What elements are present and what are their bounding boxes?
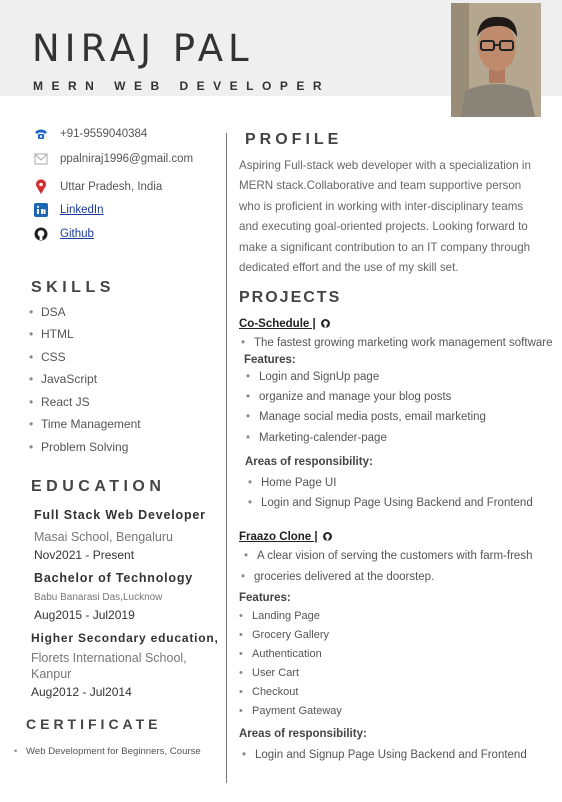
certificate-heading: CERTIFICATE: [26, 716, 162, 732]
education-dates: Nov2021 - Present: [34, 548, 135, 562]
skill-item: HTML: [29, 327, 74, 341]
skill-item: CSS: [29, 350, 66, 364]
feature-item: Checkout: [239, 685, 299, 699]
profile-photo: [451, 3, 541, 117]
feature-item: User Cart: [239, 666, 299, 680]
education-school-city: Kanpur: [31, 667, 72, 681]
feature-item: Marketing-calender-page: [246, 431, 387, 445]
skill-item: Problem Solving: [29, 440, 128, 454]
feature-item: Manage social media posts, email marketi…: [246, 410, 486, 424]
linkedin-link[interactable]: LinkedIn: [60, 202, 103, 218]
responsibility-label: Areas of responsibility:: [245, 456, 373, 468]
github-icon[interactable]: [322, 531, 333, 546]
location-pin-icon: [33, 179, 49, 195]
github-icon[interactable]: [33, 226, 49, 242]
project-description-line2: groceries delivered at the doorstep.: [254, 571, 435, 583]
github-icon[interactable]: [320, 318, 331, 333]
skill-item: React JS: [29, 395, 90, 409]
project-title-link[interactable]: Co-Schedule |: [239, 317, 331, 333]
location-text: Uttar Pradesh, India: [60, 181, 163, 193]
profile-summary: Aspiring Full-stack web developer with a…: [239, 159, 531, 275]
education-dates: Aug2015 - Jul2019: [34, 608, 135, 622]
education-degree: Higher Secondary education,: [31, 631, 219, 645]
phone-icon: [33, 126, 49, 142]
column-divider: [226, 133, 227, 783]
profile-heading: PROFILE: [245, 131, 343, 148]
project-description: A clear vision of serving the customers …: [244, 549, 532, 563]
responsibility-item: Login and Signup Page Using Backend and …: [242, 748, 527, 762]
envelope-icon: [33, 151, 49, 167]
phone-number: +91-9559040384: [60, 128, 148, 140]
responsibility-item: Home Page UI: [248, 476, 337, 490]
education-school: Florets International School,: [31, 651, 187, 665]
education-degree: Bachelor of Technology: [34, 571, 194, 585]
feature-item: Grocery Gallery: [239, 628, 329, 642]
education-degree: Full Stack Web Developer: [34, 508, 206, 522]
job-title: MERN WEB DEVELOPER: [33, 79, 331, 93]
linkedin-icon[interactable]: [33, 202, 49, 218]
project-description: The fastest growing marketing work manag…: [241, 336, 552, 350]
education-heading: EDUCATION: [31, 478, 166, 495]
github-link[interactable]: Github: [60, 226, 94, 242]
skill-item: JavaScript: [29, 372, 97, 386]
education-school: Babu Banarasi Das,Lucknow: [34, 592, 163, 603]
education-school: Masai School, Bengaluru: [34, 530, 173, 544]
responsibility-label: Areas of responsibility:: [239, 728, 367, 740]
feature-item: Authentication: [239, 647, 322, 661]
features-label: Features:: [244, 354, 296, 366]
project-description-cont: groceries delivered at the doorstep.: [241, 570, 435, 584]
email-address[interactable]: ppalniraj1996@gmail.com: [60, 151, 193, 167]
skills-heading: SKILLS: [31, 279, 115, 296]
projects-heading: PROJECTS: [239, 289, 342, 306]
feature-item: organize and manage your blog posts: [246, 390, 451, 404]
feature-item: Payment Gateway: [239, 704, 342, 718]
feature-item: Landing Page: [239, 609, 320, 623]
skill-item: Time Management: [29, 417, 141, 431]
project-name[interactable]: Co-Schedule |: [239, 318, 316, 330]
certificate-item: Web Development for Beginners, Course: [14, 745, 201, 759]
project-title-link[interactable]: Fraazo Clone |: [239, 530, 333, 546]
responsibility-item: Login and Signup Page Using Backend and …: [248, 496, 533, 510]
skill-item: DSA: [29, 305, 66, 319]
project-name[interactable]: Fraazo Clone |: [239, 531, 318, 543]
features-label: Features:: [239, 592, 291, 604]
education-dates: Aug2012 - Jul2014: [31, 685, 132, 699]
feature-item: Login and SignUp page: [246, 370, 379, 384]
person-name: NIRAJ PAL: [32, 27, 254, 70]
